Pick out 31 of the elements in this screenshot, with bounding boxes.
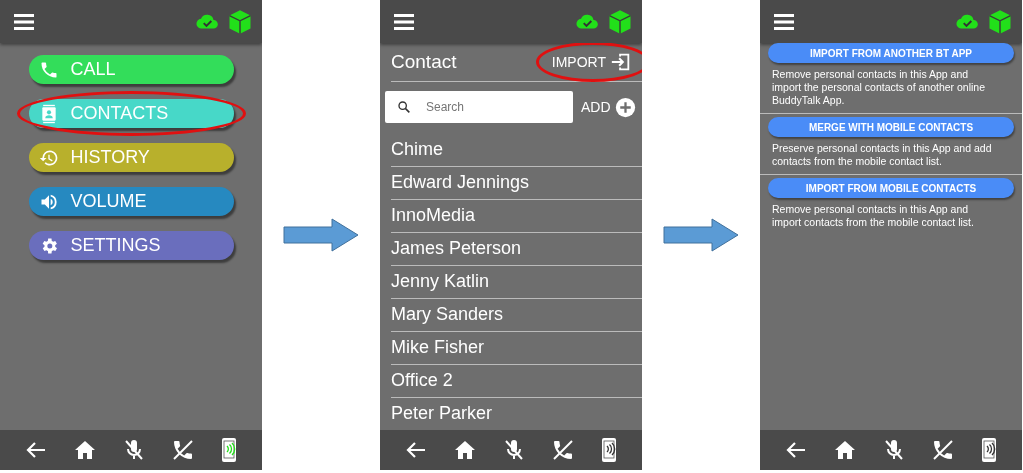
add-button[interactable]: ADD [581, 96, 636, 118]
import-button[interactable]: IMPORT [551, 51, 632, 73]
speakerphone-icon[interactable] [599, 437, 618, 463]
contact-item[interactable]: Mary Sanders [391, 299, 642, 332]
speakerphone-icon[interactable] [219, 437, 238, 463]
contact-item[interactable]: Chime [391, 134, 642, 167]
plus-icon [614, 96, 636, 118]
import-option-button[interactable]: IMPORT FROM MOBILE CONTACTS [768, 178, 1014, 198]
contact-item[interactable]: InnoMedia [391, 200, 642, 233]
search-icon [396, 99, 412, 115]
contact-item[interactable]: Office 2 [391, 365, 642, 398]
right-arrow-icon [283, 218, 359, 252]
mic-off-icon[interactable] [882, 438, 906, 462]
option-description: Remove personal contacts in this App and import contacts from the mobile contact list. [771, 202, 975, 230]
right-arrow-icon [663, 218, 739, 252]
mic-off-icon[interactable] [502, 438, 526, 462]
import-option-button[interactable]: MERGE WITH MOBILE CONTACTS [768, 117, 1014, 137]
contact-item[interactable]: Jenny Katlin [391, 266, 642, 299]
option-description: Remove personal contacts in this App and import the personal contacts of another online BuddyTalk App. [771, 67, 987, 108]
search-field[interactable]: Search [385, 91, 573, 123]
option-description: Preserve personal contacts in this App and add contacts from the mobile contact list. [771, 141, 993, 169]
mic-off-icon[interactable] [122, 438, 146, 462]
contact-item[interactable]: Mike Fisher [391, 332, 642, 365]
menu-button[interactable]: SETTINGS [28, 231, 234, 260]
contact-item[interactable]: Edward Jennings [391, 167, 642, 200]
screen-title: Contact [391, 49, 457, 74]
speakerphone-icon[interactable] [979, 437, 998, 463]
import-icon [610, 51, 632, 73]
menu-button[interactable]: VOLUME [28, 187, 234, 216]
import-option-button[interactable]: IMPORT FROM ANOTHER BT APP [768, 43, 1014, 63]
contact-item[interactable]: James Peterson [391, 233, 642, 266]
